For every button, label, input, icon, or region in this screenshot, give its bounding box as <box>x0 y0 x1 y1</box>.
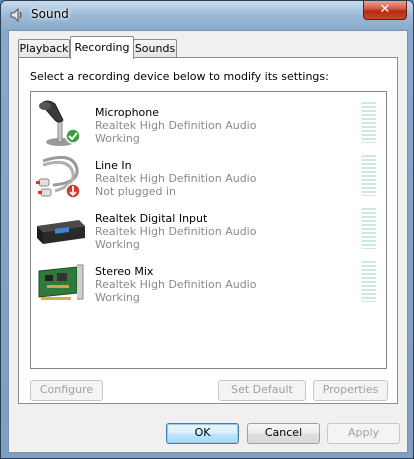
dialog-client-area: Playback Recording Sounds Select a recor… <box>8 30 408 453</box>
configure-button[interactable]: Configure <box>30 380 103 401</box>
tab-label: Sounds <box>134 42 176 55</box>
check-badge-icon <box>65 128 81 144</box>
device-status: Working <box>95 291 140 304</box>
list-item-line-in[interactable]: Line In Realtek High Definition Audio No… <box>31 149 386 202</box>
stereo-mix-icon <box>33 257 87 307</box>
device-name: Stereo Mix <box>95 265 154 278</box>
close-button[interactable]: ✕ <box>363 1 407 20</box>
cancel-button[interactable]: Cancel <box>247 423 320 444</box>
level-meter <box>361 208 376 249</box>
close-icon: ✕ <box>379 2 391 17</box>
ok-button[interactable]: OK <box>166 423 239 444</box>
properties-button[interactable]: Properties <box>313 380 388 401</box>
set-default-button[interactable]: Set Default <box>218 380 306 401</box>
button-label: Apply <box>347 426 380 439</box>
line-in-icon <box>33 151 87 201</box>
button-label: Cancel <box>264 426 303 439</box>
device-description: Realtek High Definition Audio <box>95 172 257 185</box>
device-name: Line In <box>95 159 132 172</box>
window-title: Sound <box>31 7 69 21</box>
device-status: Not plugged in <box>95 185 177 198</box>
button-label: Properties <box>322 383 379 396</box>
device-status: Working <box>95 238 140 251</box>
device-description: Realtek High Definition Audio <box>95 278 257 291</box>
tab-label: Recording <box>74 41 130 54</box>
level-meter <box>361 102 376 143</box>
device-name: Realtek Digital Input <box>95 212 208 225</box>
tab-label: Playback <box>19 42 69 55</box>
tab-playback[interactable]: Playback <box>18 39 70 58</box>
device-status: Working <box>95 132 140 145</box>
device-description: Realtek High Definition Audio <box>95 225 257 238</box>
button-label: Set Default <box>231 383 293 396</box>
list-item-microphone[interactable]: Microphone Realtek High Definition Audio… <box>31 96 386 149</box>
level-meter <box>361 261 376 302</box>
recording-device-list[interactable]: Microphone Realtek High Definition Audio… <box>30 91 387 369</box>
list-item-digital-input[interactable]: Realtek Digital Input Realtek High Defin… <box>31 202 386 255</box>
speaker-icon <box>9 7 25 23</box>
apply-button[interactable]: Apply <box>327 423 400 444</box>
list-item-stereo-mix[interactable]: Stereo Mix Realtek High Definition Audio… <box>31 255 386 308</box>
button-label: Configure <box>39 383 94 396</box>
tab-sounds[interactable]: Sounds <box>133 39 177 58</box>
recording-tab-panel: Select a recording device below to modif… <box>18 57 398 404</box>
level-meter <box>361 155 376 196</box>
instruction-text: Select a recording device below to modif… <box>30 70 329 83</box>
device-name: Microphone <box>95 106 160 119</box>
digital-input-icon <box>33 204 87 254</box>
title-bar[interactable]: Sound ✕ <box>1 1 413 29</box>
device-description: Realtek High Definition Audio <box>95 119 257 132</box>
microphone-icon <box>33 98 87 148</box>
tab-recording[interactable]: Recording <box>70 36 134 59</box>
button-label: OK <box>194 426 211 439</box>
sound-dialog: Sound ✕ Playback Recording Sounds Select… <box>0 0 414 459</box>
